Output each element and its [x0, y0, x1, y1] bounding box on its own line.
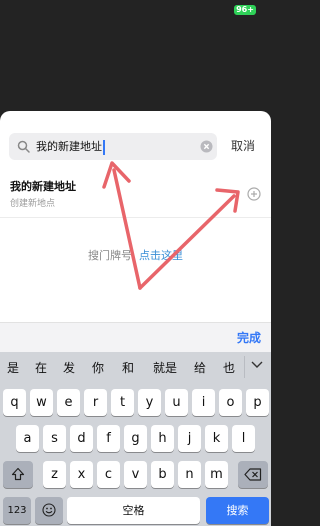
backspace-key[interactable] [238, 461, 268, 488]
key-label: m [210, 467, 223, 482]
key-label: g [131, 431, 140, 446]
search-key[interactable]: 搜索 [206, 497, 269, 524]
candidate-item[interactable]: 就是 [150, 359, 180, 376]
hint-label: 搜门牌号, [88, 249, 136, 262]
candidate-item[interactable]: 你 [88, 359, 108, 376]
space-key-label: 空格 [122, 504, 145, 517]
numbers-key-label: 123 [7, 505, 27, 516]
shift-key[interactable] [3, 461, 33, 488]
key[interactable]: b [151, 461, 174, 488]
key-label: h [158, 431, 167, 446]
key-label: p [253, 395, 262, 410]
search-value: 我的新建地址 [36, 140, 102, 153]
key-label: f [106, 431, 111, 446]
shift-icon [11, 467, 25, 481]
key[interactable]: t [111, 389, 134, 416]
key[interactable]: g [124, 425, 147, 452]
emoji-icon [42, 503, 56, 517]
text-caret [103, 139, 105, 155]
key-label: s [51, 431, 58, 446]
key[interactable]: d [70, 425, 93, 452]
keyboard-accessory-bar: 完成 [0, 322, 271, 353]
key[interactable]: l [232, 425, 255, 452]
result-item[interactable]: 我的新建地址 创建新地点 [0, 173, 271, 218]
candidate-item[interactable]: 在 [31, 359, 51, 376]
keyboard: 是 在 发 你 和 就是 给 也 q w e r t y u i o p a s… [0, 352, 271, 526]
candidate-item[interactable]: 和 [118, 359, 138, 376]
key[interactable]: h [151, 425, 174, 452]
result-title: 我的新建地址 [10, 180, 76, 193]
battery-indicator: 96+ [234, 5, 256, 15]
key-label: z [51, 467, 58, 482]
search-icon [17, 140, 30, 153]
key[interactable]: m [205, 461, 228, 488]
key-label: n [185, 467, 194, 482]
backspace-icon [244, 468, 262, 481]
key[interactable]: c [97, 461, 120, 488]
key[interactable]: p [246, 389, 269, 416]
key[interactable]: x [70, 461, 93, 488]
clear-icon[interactable] [200, 140, 213, 153]
key[interactable]: q [3, 389, 26, 416]
candidate-bar: 是 在 发 你 和 就是 给 也 [0, 352, 271, 382]
key[interactable]: i [192, 389, 215, 416]
cancel-button[interactable]: 取消 [231, 133, 255, 160]
key-label: x [77, 467, 86, 482]
key[interactable]: o [219, 389, 242, 416]
search-input[interactable]: 我的新建地址 [9, 133, 217, 160]
key[interactable]: n [178, 461, 201, 488]
key-label: q [10, 395, 19, 410]
space-key[interactable]: 空格 [67, 497, 200, 524]
candidate-item[interactable]: 是 [3, 359, 23, 376]
key-label: j [187, 431, 192, 446]
done-button[interactable]: 完成 [237, 329, 261, 346]
key-label: c [104, 467, 113, 482]
emoji-key[interactable] [35, 497, 63, 524]
search-text-wrap: 我的新建地址 [36, 133, 105, 160]
key-label: o [226, 395, 235, 410]
numbers-key[interactable]: 123 [3, 497, 31, 524]
candidate-item[interactable]: 也 [219, 359, 239, 376]
key-label: a [23, 431, 32, 446]
key[interactable]: y [138, 389, 161, 416]
key[interactable]: e [57, 389, 80, 416]
add-circle-icon[interactable] [247, 187, 261, 201]
key-label: d [77, 431, 86, 446]
click-here-link[interactable]: 点击这里 [139, 249, 183, 262]
key-label: u [172, 395, 181, 410]
key[interactable]: z [43, 461, 66, 488]
key[interactable]: w [30, 389, 53, 416]
key[interactable]: k [205, 425, 228, 452]
key-label: i [201, 395, 206, 410]
key[interactable]: u [165, 389, 188, 416]
key-label: w [36, 395, 47, 410]
search-key-label: 搜索 [226, 504, 249, 517]
key[interactable]: a [16, 425, 39, 452]
hint-text: 搜门牌号, 点击这里 [0, 247, 271, 263]
key-label: t [119, 395, 126, 410]
key-label: y [145, 395, 154, 410]
candidate-item[interactable]: 给 [190, 359, 210, 376]
key-label: v [131, 467, 140, 482]
key[interactable]: s [43, 425, 66, 452]
key[interactable]: j [178, 425, 201, 452]
key-label: r [92, 395, 99, 410]
key[interactable]: f [97, 425, 120, 452]
key-label: k [212, 431, 221, 446]
key-label: e [64, 395, 73, 410]
search-row: 我的新建地址 取消 [0, 129, 271, 165]
chevron-down-icon[interactable] [251, 361, 263, 369]
candidate-item[interactable]: 发 [59, 359, 79, 376]
key[interactable]: v [124, 461, 147, 488]
candidate-divider [244, 356, 245, 378]
key-label: l [241, 431, 246, 446]
key[interactable]: r [84, 389, 107, 416]
result-subtitle: 创建新地点 [10, 199, 56, 209]
key-label: b [158, 467, 167, 482]
